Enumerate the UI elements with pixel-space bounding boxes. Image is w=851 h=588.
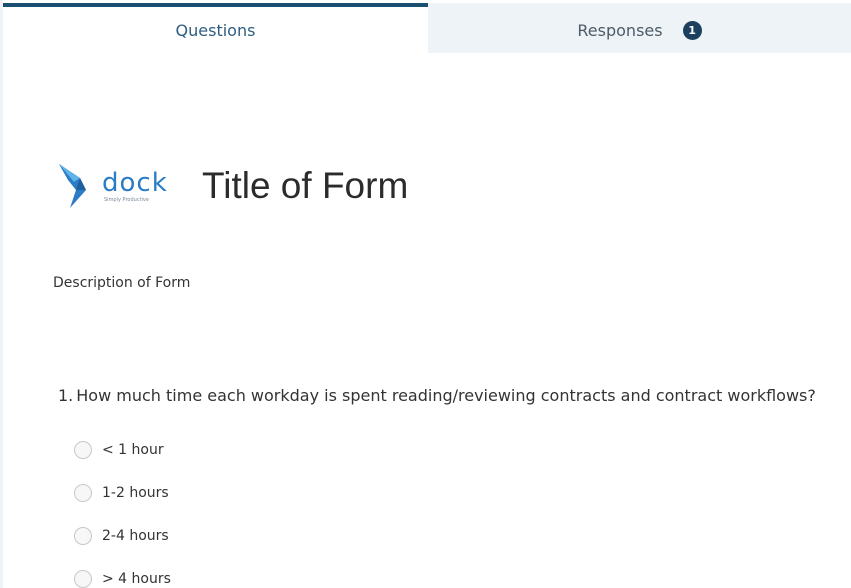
option-more-than-4-hours[interactable]: > 4 hours <box>74 557 171 588</box>
question-number: 1. <box>58 386 74 405</box>
left-edge-strip <box>0 0 3 588</box>
radio-button[interactable] <box>74 483 92 502</box>
option-1-2-hours[interactable]: 1-2 hours <box>74 471 171 514</box>
tab-questions-label: Questions <box>175 20 256 40</box>
option-label: < 1 hour <box>102 441 164 458</box>
option-less-than-1-hour[interactable]: < 1 hour <box>74 428 171 471</box>
radio-button[interactable] <box>74 526 92 545</box>
dock-logo: dock Simply Productive <box>56 160 202 212</box>
logo-tagline: Simply Productive <box>104 196 149 203</box>
tab-responses[interactable]: Responses 1 <box>428 3 851 53</box>
tab-bar: Questions Responses 1 <box>3 3 851 53</box>
dock-logo-icon <box>59 164 86 208</box>
option-label: 2-4 hours <box>102 527 169 544</box>
question-text: How much time each workday is spent read… <box>76 386 816 405</box>
radio-button[interactable] <box>74 440 92 459</box>
radio-button[interactable] <box>74 569 92 588</box>
form-page: Questions Responses 1 dock Simply Produc… <box>0 0 851 588</box>
option-2-4-hours[interactable]: 2-4 hours <box>74 514 171 557</box>
tab-responses-label: Responses <box>577 20 663 40</box>
form-description: Description of Form <box>53 275 191 291</box>
tab-questions[interactable]: Questions <box>3 3 428 53</box>
option-label: > 4 hours <box>102 570 171 587</box>
form-title: Title of Form <box>202 165 409 206</box>
logo-wordmark: dock <box>102 167 168 198</box>
form-header: dock Simply Productive Title of Form <box>56 160 408 212</box>
dock-logo-text: dock Simply Productive <box>102 170 168 203</box>
responses-count-badge: 1 <box>682 20 702 40</box>
question-1-options: < 1 hour 1-2 hours 2-4 hours > 4 hours <box>74 428 171 588</box>
option-label: 1-2 hours <box>102 484 169 501</box>
question-1: 1. How much time each workday is spent re… <box>58 386 816 405</box>
